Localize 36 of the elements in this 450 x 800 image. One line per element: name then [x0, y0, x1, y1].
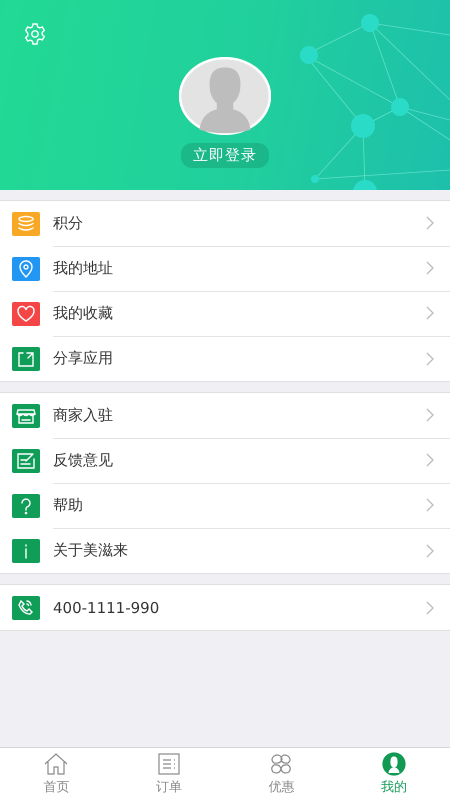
tab[interactable]: 订单 — [112, 748, 225, 800]
menu-item[interactable]: 我的地址 — [0, 246, 450, 291]
avatar-icon[interactable] — [179, 57, 271, 135]
menu-label: 积分 — [53, 214, 83, 232]
tab[interactable]: 优惠 — [225, 748, 338, 800]
settings-icon[interactable] — [23, 22, 47, 46]
menu-item[interactable]: 我的收藏 — [0, 291, 450, 336]
menu-item[interactable]: 关于美滋来 — [0, 528, 450, 573]
chevron-icon — [426, 261, 434, 275]
menu-label: 400-1111-990 — [53, 598, 160, 616]
menu-label: 分享应用 — [53, 349, 113, 368]
menu-item[interactable]: 分享应用 — [0, 336, 450, 381]
menu-label: 帮助 — [53, 496, 83, 514]
menu-item[interactable]: 反馈意见 — [0, 438, 450, 483]
menu-label: 关于美滋来 — [53, 541, 128, 560]
chevron-icon — [426, 306, 434, 320]
menu-label: 我的地址 — [53, 258, 113, 278]
chevron-icon — [426, 352, 434, 366]
menu-item[interactable]: 商家入驻 — [0, 393, 450, 438]
menu-item[interactable]: 400-1111-990 — [0, 585, 450, 630]
chevron-icon — [426, 216, 434, 230]
tab[interactable]: 首页 — [0, 748, 112, 800]
me-icon — [380, 752, 407, 776]
chevron-icon — [426, 408, 434, 422]
chevron-icon — [426, 453, 434, 467]
tab[interactable]: 我的 — [338, 748, 450, 800]
menu-item[interactable]: 帮助 — [0, 483, 450, 528]
menu-label: 反馈意见 — [53, 450, 113, 470]
menu-item[interactable]: 积分 — [0, 201, 450, 246]
chevron-icon — [426, 600, 434, 614]
menu-label: 商家入驻 — [53, 406, 113, 424]
orders-icon — [156, 752, 182, 776]
menu-label: 我的收藏 — [53, 304, 113, 322]
chevron-icon — [426, 544, 434, 558]
chevron-icon — [426, 498, 434, 512]
home-icon — [43, 752, 70, 776]
